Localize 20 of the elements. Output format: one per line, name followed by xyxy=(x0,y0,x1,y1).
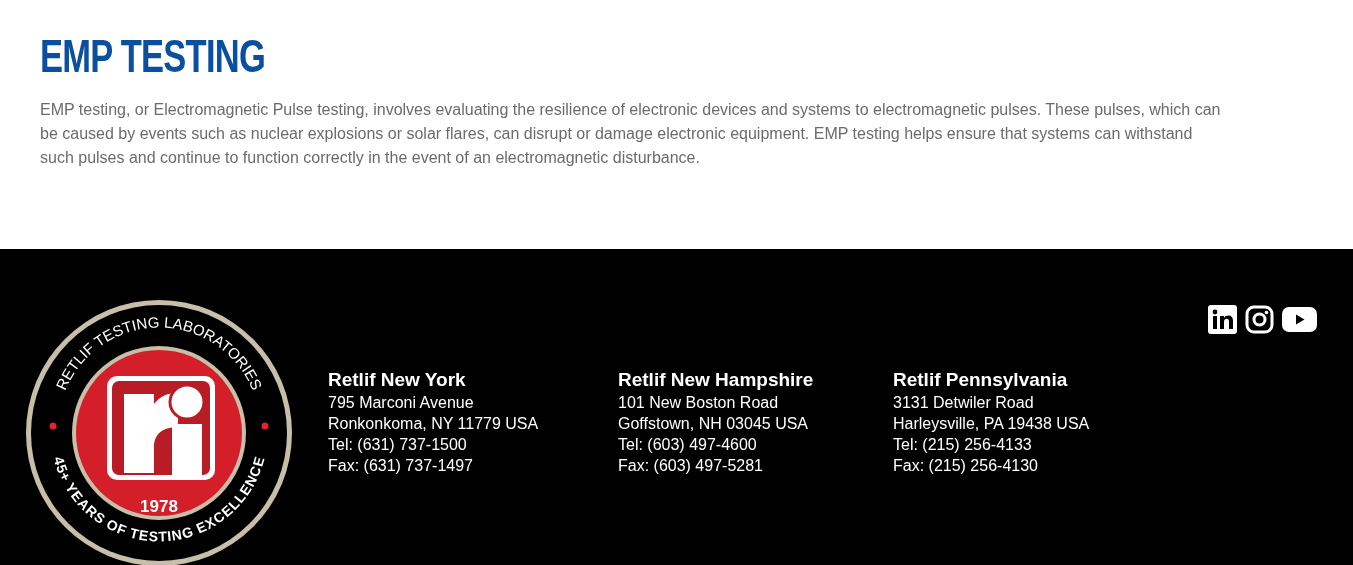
address-line: 3131 Detwiler Road xyxy=(893,393,1035,413)
address-line: 101 New Boston Road xyxy=(618,393,780,413)
address-line: Harleysville, PA 19438 USA xyxy=(893,414,1091,434)
location-name: Retlif New Hampshire xyxy=(618,368,815,392)
address-line: Fax: (215) 256-4130 xyxy=(893,456,1039,476)
address-line: Goffstown, NH 03045 USA xyxy=(618,414,810,434)
instagram-icon[interactable] xyxy=(1245,305,1274,334)
address-line: Fax: (603) 497-5281 xyxy=(618,456,764,476)
address-line: Fax: (631) 737-1497 xyxy=(328,456,474,476)
section-heading: EMP TESTING xyxy=(40,30,266,82)
location-name: Retlif Pennsylvania xyxy=(893,368,1069,392)
location-name: Retlif New York xyxy=(328,368,467,392)
address-line: Tel: (215) 256-4133 xyxy=(893,435,1033,455)
youtube-icon[interactable] xyxy=(1282,307,1317,332)
linkedin-icon[interactable] xyxy=(1208,305,1237,334)
address-line: 795 Marconi Avenue xyxy=(328,393,475,413)
address-line: Tel: (631) 737-1500 xyxy=(328,435,468,455)
address-line: Tel: (603) 497-4600 xyxy=(618,435,758,455)
address-line: Ronkonkoma, NY 11779 USA xyxy=(328,414,540,434)
section-description: EMP testing, or Electromagnetic Pulse testing, involves evaluating the resilience of electronic devices and systems to electromagnetic pulses. These pulses, which can be caused by events such as nuclear explosions or solar flares, can disrupt or damage electronic equipment. EMP testing helps ensure that systems can withstand such pulses and continue to function correctly in the event of an electromagnetic disturbance. xyxy=(40,100,1222,168)
